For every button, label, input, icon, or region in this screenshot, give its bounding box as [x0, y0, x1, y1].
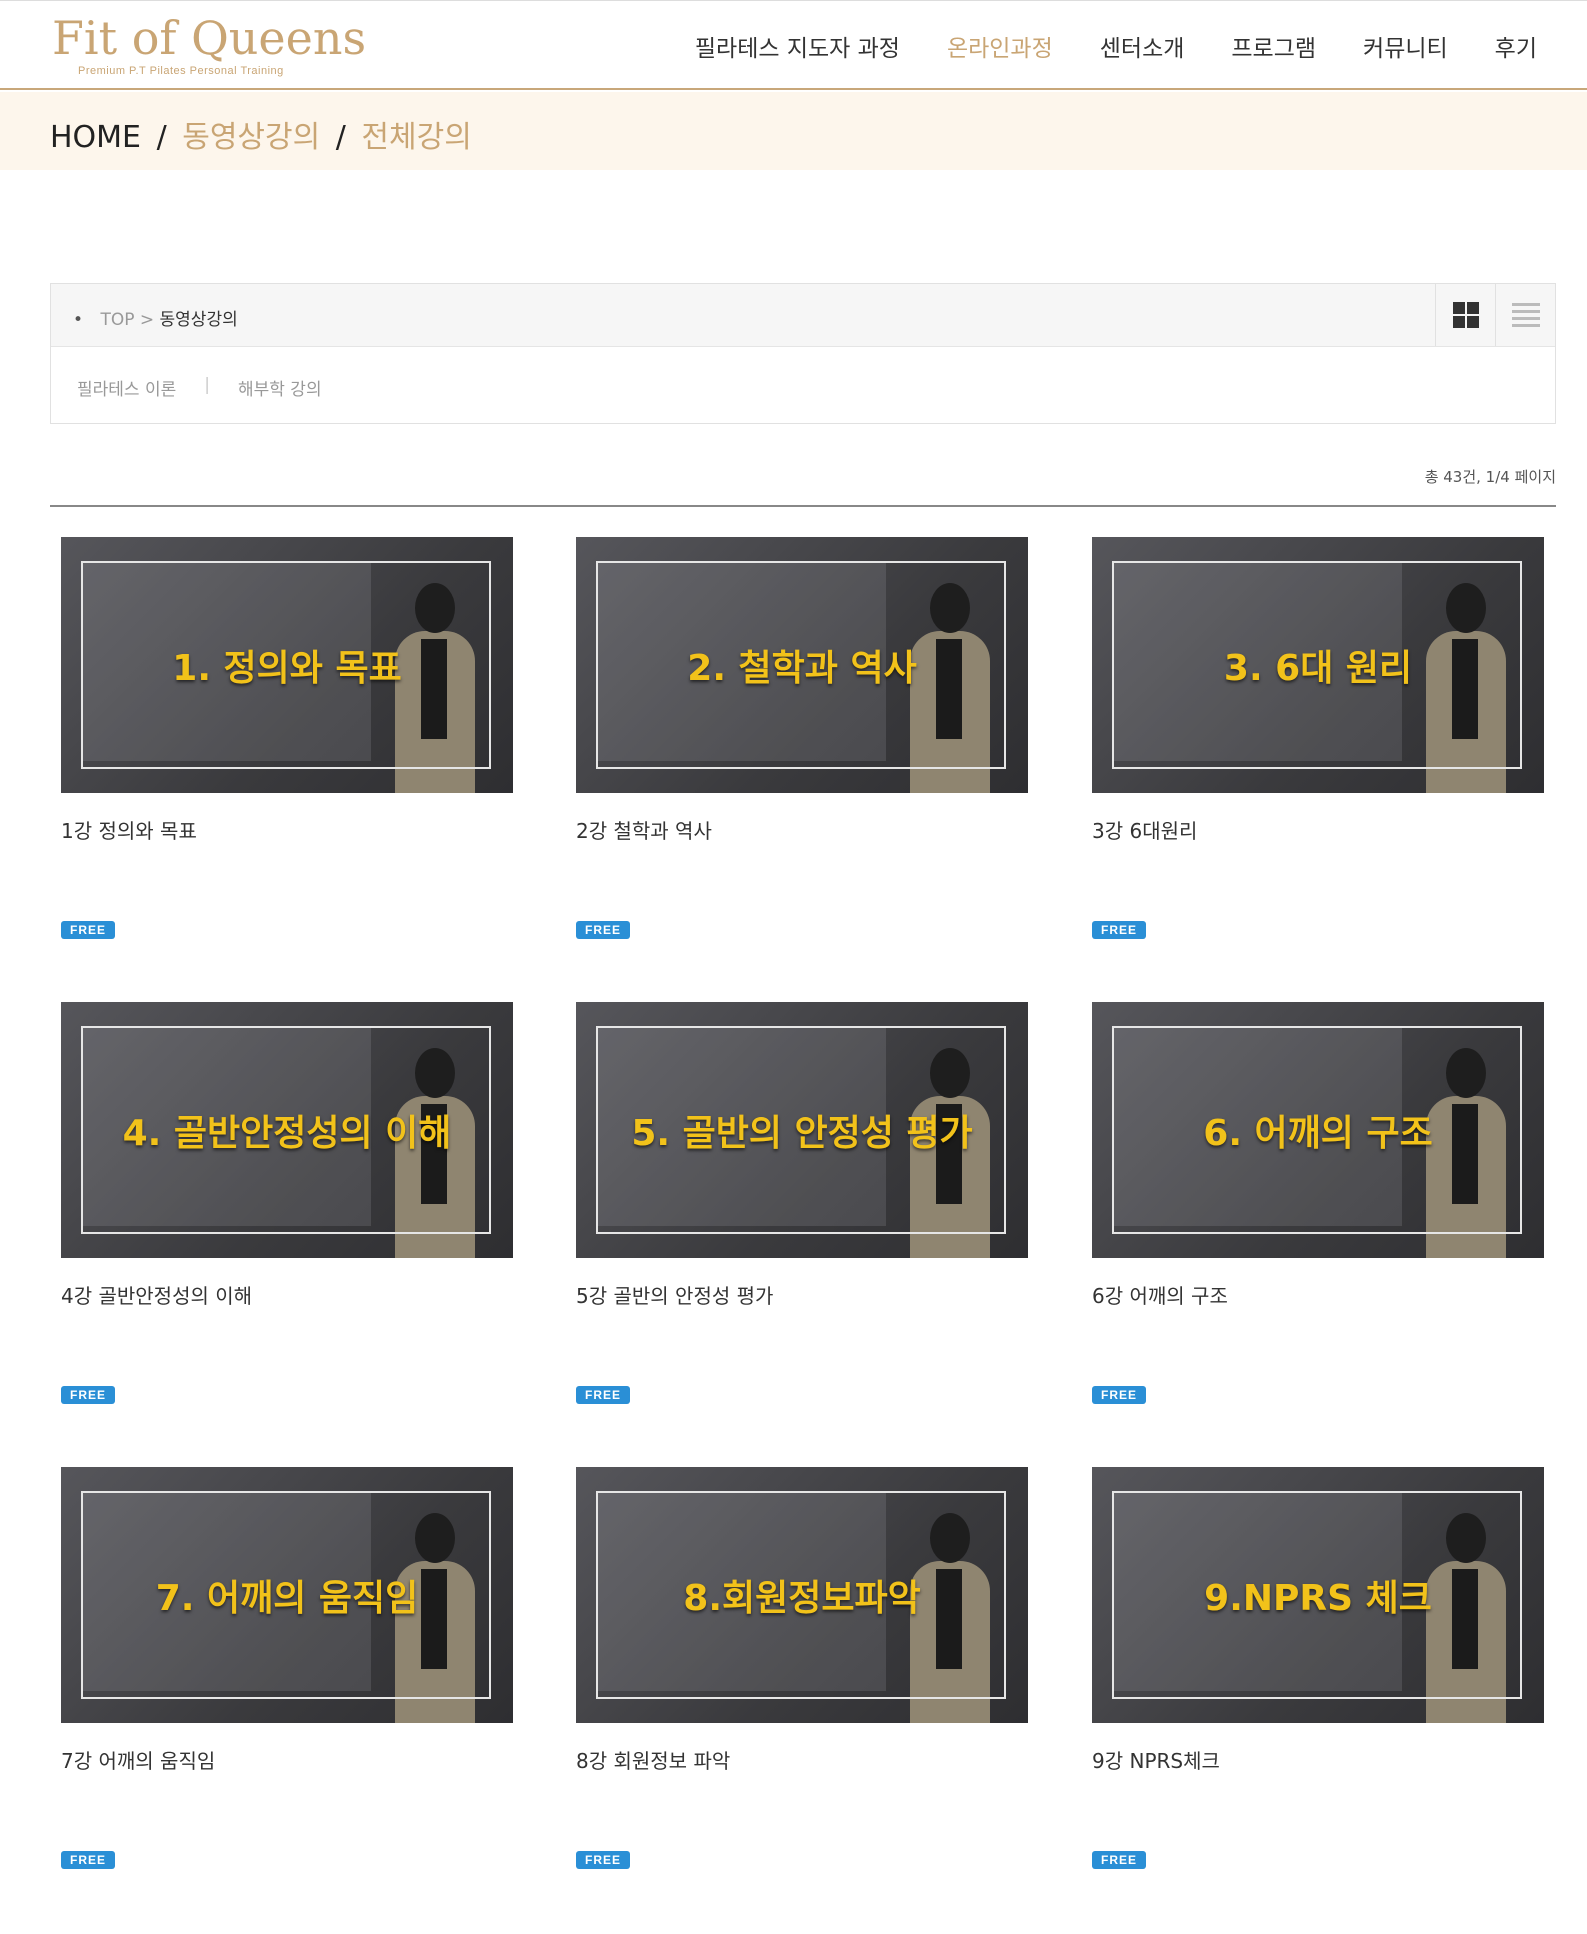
main-nav: 필라테스 지도자 과정 온라인과정 센터소개 프로그램 커뮤니티 후기	[648, 29, 1537, 63]
lecture-thumbnail[interactable]: 5. 골반의 안정성 평가	[576, 1002, 1028, 1258]
lecture-thumbnail[interactable]: 7. 어깨의 움직임	[61, 1467, 513, 1723]
thumbnail-title: 2. 철학과 역사	[687, 648, 917, 689]
lecture-title[interactable]: 9강 NPRS체크	[1092, 1745, 1544, 1774]
category-link-anatomy[interactable]: 해부학 강의	[238, 375, 322, 400]
thumbnail-title: 9.NPRS 체크	[1204, 1578, 1432, 1619]
breadcrumb-home[interactable]: HOME	[50, 120, 141, 155]
lecture-thumbnail[interactable]: 4. 골반안정성의 이해	[61, 1002, 513, 1258]
thumbnail-title: 6. 어깨의 구조	[1203, 1113, 1433, 1154]
view-toggle	[1435, 284, 1555, 346]
category-header: • TOP > 동영상강의	[51, 284, 1555, 347]
lecture-title[interactable]: 1강 정의와 목표	[61, 815, 513, 844]
lecture-title[interactable]: 8강 회원정보 파악	[576, 1745, 1028, 1774]
thumbnail-title: 3. 6대 원리	[1223, 648, 1413, 689]
free-badge: FREE	[61, 1386, 115, 1404]
breadcrumb: HOME / 동영상강의 / 전체강의	[50, 112, 472, 156]
logo-text: Fit of Queens	[52, 11, 367, 65]
breadcrumb-bar: HOME / 동영상강의 / 전체강의	[0, 92, 1587, 170]
thumbnail-title: 4. 골반안정성의 이해	[122, 1113, 452, 1154]
nav-center-intro[interactable]: 센터소개	[1100, 29, 1185, 63]
site-header: Fit of Queens Premium P.T Pilates Person…	[0, 0, 1587, 90]
lecture-title[interactable]: 3강 6대원리	[1092, 815, 1544, 844]
lecture-thumbnail[interactable]: 6. 어깨의 구조	[1092, 1002, 1544, 1258]
lecture-card[interactable]: 1. 정의와 목표 1강 정의와 목표 FREE	[61, 537, 513, 939]
nav-program[interactable]: 프로그램	[1231, 29, 1316, 63]
thumbnail-title: 7. 어깨의 움직임	[155, 1578, 419, 1619]
thumbnail-title: 8.회원정보파악	[683, 1578, 921, 1619]
free-badge: FREE	[1092, 921, 1146, 939]
list-view-button[interactable]	[1495, 284, 1555, 346]
nav-instructor-course[interactable]: 필라테스 지도자 과정	[695, 29, 900, 63]
lecture-card[interactable]: 2. 철학과 역사 2강 철학과 역사 FREE	[576, 537, 1028, 939]
free-badge: FREE	[1092, 1851, 1146, 1869]
thumbnail-title: 1. 정의와 목표	[172, 648, 402, 689]
lecture-thumbnail[interactable]: 9.NPRS 체크	[1092, 1467, 1544, 1723]
lecture-title[interactable]: 2강 철학과 역사	[576, 815, 1028, 844]
category-box: • TOP > 동영상강의 필라테스 이론 | 해부학 강의	[50, 283, 1556, 424]
lecture-thumbnail[interactable]: 2. 철학과 역사	[576, 537, 1028, 793]
grid-icon	[1452, 302, 1479, 328]
lecture-card[interactable]: 7. 어깨의 움직임 7강 어깨의 움직임 FREE	[61, 1467, 513, 1869]
nav-community[interactable]: 커뮤니티	[1363, 29, 1448, 63]
thumbnail-title: 5. 골반의 안정성 평가	[631, 1113, 973, 1154]
category-link-pilates-theory[interactable]: 필라테스 이론	[77, 375, 176, 400]
lecture-thumbnail[interactable]: 1. 정의와 목표	[61, 537, 513, 793]
lecture-card[interactable]: 3. 6대 원리 3강 6대원리 FREE	[1092, 537, 1544, 939]
bullet-icon: •	[73, 310, 84, 330]
lecture-card[interactable]: 4. 골반안정성의 이해 4강 골반안정성의 이해 FREE	[61, 1002, 513, 1404]
category-links: 필라테스 이론 | 해부학 강의	[77, 375, 322, 400]
breadcrumb-separator: /	[156, 120, 167, 155]
breadcrumb-section[interactable]: 동영상강의	[182, 120, 320, 155]
lecture-card[interactable]: 8.회원정보파악 8강 회원정보 파악 FREE	[576, 1467, 1028, 1869]
category-path-current: 동영상강의	[159, 310, 238, 330]
breadcrumb-page: 전체강의	[361, 120, 472, 155]
free-badge: FREE	[61, 921, 115, 939]
breadcrumb-separator: /	[335, 120, 346, 155]
category-path-separator: >	[139, 310, 155, 330]
lecture-title[interactable]: 5강 골반의 안정성 평가	[576, 1280, 1028, 1309]
lecture-card[interactable]: 9.NPRS 체크 9강 NPRS체크 FREE	[1092, 1467, 1544, 1869]
nav-reviews[interactable]: 후기	[1495, 29, 1537, 63]
free-badge: FREE	[576, 1386, 630, 1404]
nav-online-course[interactable]: 온라인과정	[947, 29, 1053, 63]
logo[interactable]: Fit of Queens Premium P.T Pilates Person…	[52, 13, 366, 77]
list-icon	[1511, 303, 1540, 327]
free-badge: FREE	[576, 921, 630, 939]
category-path-top[interactable]: TOP	[100, 310, 134, 330]
result-count: 총 43건, 1/4 페이지	[1424, 468, 1556, 486]
lecture-title[interactable]: 6강 어깨의 구조	[1092, 1280, 1544, 1309]
category-divider: |	[204, 375, 210, 395]
logo-subtitle: Premium P.T Pilates Personal Training	[78, 65, 284, 77]
lecture-title[interactable]: 7강 어깨의 움직임	[61, 1745, 513, 1774]
lecture-title[interactable]: 4강 골반안정성의 이해	[61, 1280, 513, 1309]
category-path: • TOP > 동영상강의	[73, 305, 238, 330]
divider-line	[50, 505, 1556, 507]
free-badge: FREE	[576, 1851, 630, 1869]
lecture-card[interactable]: 6. 어깨의 구조 6강 어깨의 구조 FREE	[1092, 1002, 1544, 1404]
lecture-thumbnail[interactable]: 3. 6대 원리	[1092, 537, 1544, 793]
free-badge: FREE	[1092, 1386, 1146, 1404]
grid-view-button[interactable]	[1435, 284, 1495, 346]
free-badge: FREE	[61, 1851, 115, 1869]
lecture-thumbnail[interactable]: 8.회원정보파악	[576, 1467, 1028, 1723]
lecture-card[interactable]: 5. 골반의 안정성 평가 5강 골반의 안정성 평가 FREE	[576, 1002, 1028, 1404]
